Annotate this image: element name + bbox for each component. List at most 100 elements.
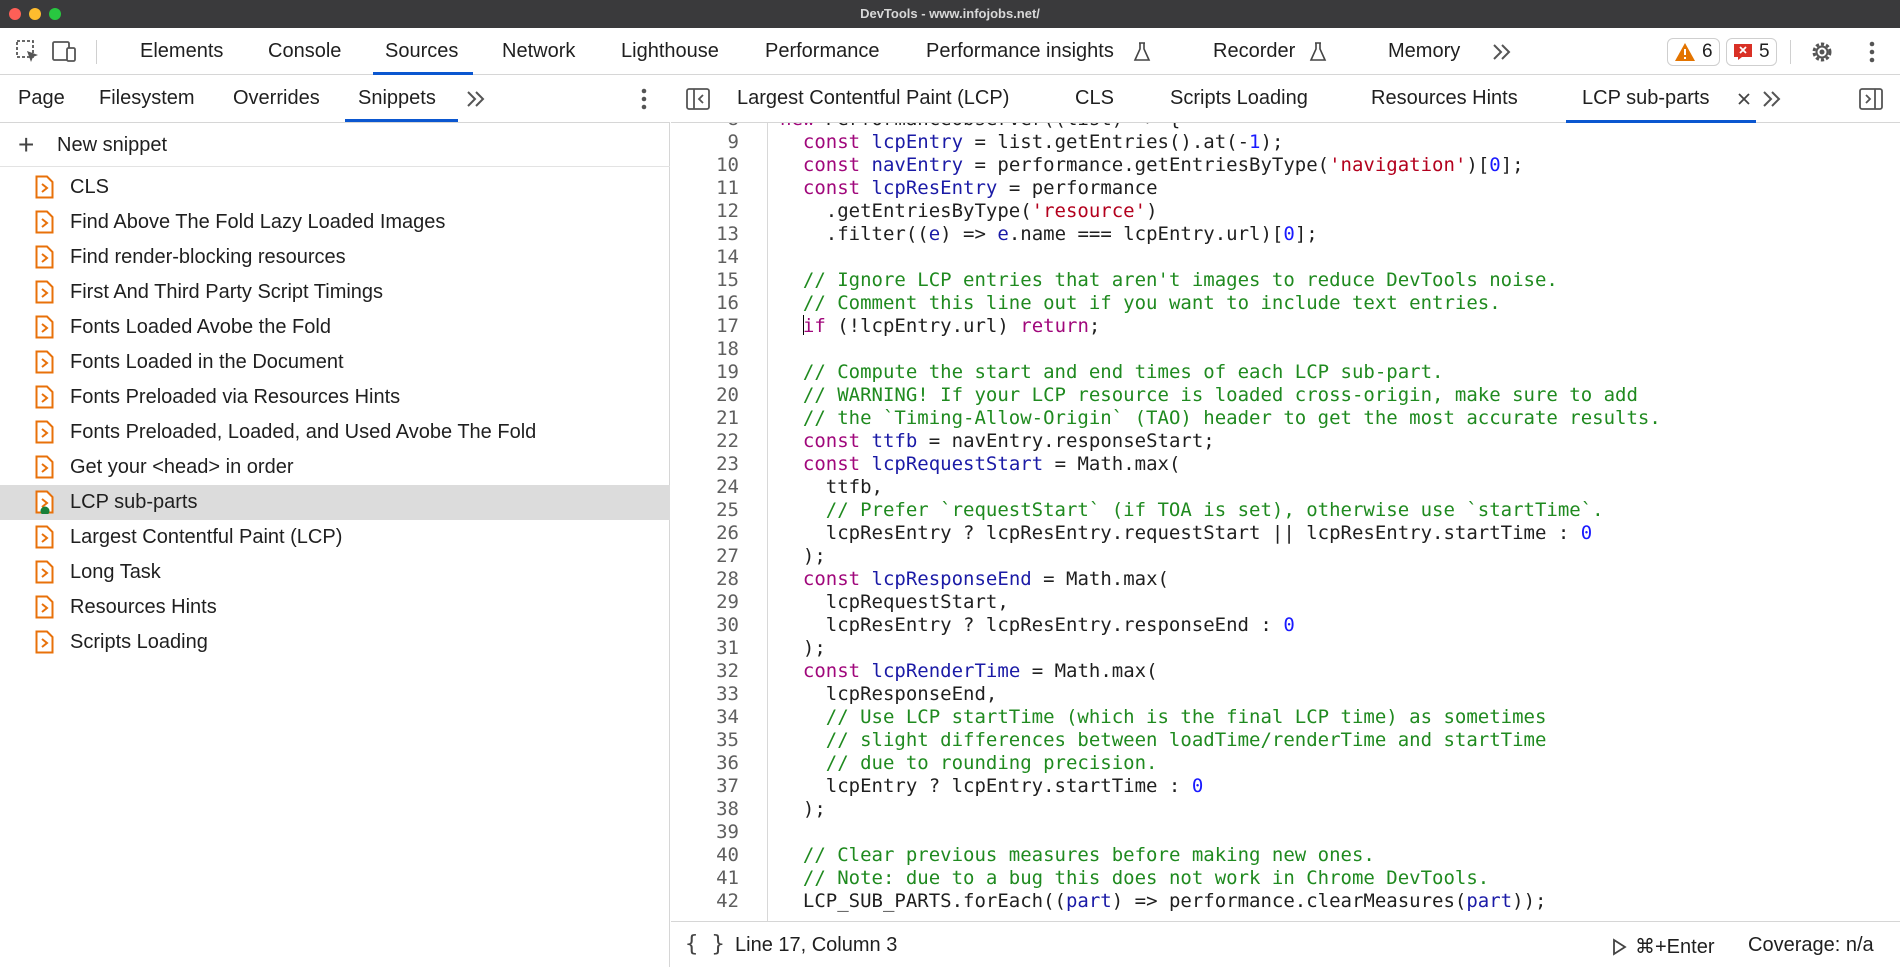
- inspect-element-icon[interactable]: [14, 38, 42, 66]
- snippet-item[interactable]: Largest Contentful Paint (LCP): [0, 520, 670, 555]
- snippet-item[interactable]: Resources Hints: [0, 590, 670, 625]
- tab-console[interactable]: Console: [268, 40, 341, 63]
- code-line: 37 lcpEntry ? lcpEntry.startTime : 0: [671, 775, 1900, 798]
- tab-recorder[interactable]: Recorder: [1213, 40, 1295, 63]
- line-code: const ttfb = navEntry.responseStart;: [802, 429, 1215, 452]
- settings-gear-icon[interactable]: [1808, 38, 1836, 66]
- code-line: 29 lcpRequestStart,: [671, 591, 1900, 614]
- snippet-item[interactable]: Find render-blocking resources: [0, 240, 670, 275]
- editor-tab-lcp-sub-parts[interactable]: LCP sub-parts: [1582, 87, 1709, 110]
- line-number: 15: [716, 268, 739, 291]
- snippet-name: LCP sub-parts: [70, 491, 198, 513]
- line-code: // Use LCP startTime (which is the final…: [825, 705, 1547, 728]
- tab-elements[interactable]: Elements: [140, 40, 223, 63]
- code-editor[interactable]: 8new PerformanceObserver((list) => {9 co…: [671, 123, 1900, 921]
- snippet-item[interactable]: Fonts Loaded in the Document: [0, 345, 670, 380]
- snippet-item[interactable]: Fonts Preloaded via Resources Hints: [0, 380, 670, 415]
- line-number: 32: [716, 659, 739, 682]
- tab-performance-insights[interactable]: Performance insights: [926, 40, 1114, 63]
- line-number: 22: [716, 429, 739, 452]
- tab-network[interactable]: Network: [502, 40, 575, 63]
- editor-tab-scripts-loading[interactable]: Scripts Loading: [1170, 87, 1308, 110]
- line-number: 13: [716, 222, 739, 245]
- line-code: );: [780, 636, 826, 659]
- warnings-badge[interactable]: 6: [1667, 38, 1720, 66]
- editor-tab-resources-hints[interactable]: Resources Hints: [1371, 87, 1518, 110]
- navigator-tabs: Page Filesystem Overrides Snippets: [0, 75, 670, 123]
- code-line: 9 const lcpEntry = list.getEntries().at(…: [671, 131, 1900, 154]
- editor-tab-cls[interactable]: CLS: [1075, 87, 1114, 110]
- toggle-navigator-icon[interactable]: [684, 85, 712, 113]
- code-line: 42 LCP_SUB_PARTS.forEach((part) => perfo…: [671, 890, 1900, 913]
- line-number: 12: [716, 199, 739, 222]
- errors-badge[interactable]: 5: [1726, 38, 1777, 66]
- snippet-name: Long Task: [70, 561, 161, 583]
- code-line: 25 // Prefer `requestStart` (if TOA is s…: [671, 499, 1900, 522]
- more-tabs-icon[interactable]: [1488, 38, 1516, 66]
- tab-filesystem[interactable]: Filesystem: [99, 87, 195, 110]
- device-toolbar-icon[interactable]: [50, 38, 78, 66]
- new-snippet-button[interactable]: + New snippet: [0, 123, 670, 167]
- snippet-item[interactable]: First And Third Party Script Timings: [0, 275, 670, 310]
- snippet-item[interactable]: LCP sub-parts: [0, 485, 670, 520]
- line-code: // Note: due to a bug this does not work…: [802, 866, 1490, 889]
- code-line: 40 // Clear previous measures before mak…: [671, 844, 1900, 867]
- editor-statusbar: { } Line 17, Column 3 ⌘+Enter Coverage: …: [671, 921, 1900, 967]
- snippet-item[interactable]: Fonts Loaded Avobe the Fold: [0, 310, 670, 345]
- line-number: 24: [716, 475, 739, 498]
- line-number: 28: [716, 567, 739, 590]
- line-number: 41: [716, 866, 739, 889]
- code-line: 35 // slight differences between loadTim…: [671, 729, 1900, 752]
- snippet-item[interactable]: Get your <head> in order: [0, 450, 670, 485]
- tab-lighthouse[interactable]: Lighthouse: [621, 40, 719, 63]
- snippets-panel: + New snippet CLS Find Above The Fold Laz…: [0, 123, 670, 967]
- line-code: const navEntry = performance.getEntriesB…: [802, 153, 1524, 176]
- line-number: 17: [716, 314, 739, 337]
- tab-sources[interactable]: Sources: [385, 40, 458, 63]
- main-toolbar: Elements Console Sources Network Lightho…: [0, 28, 1900, 75]
- snippet-file-icon: [35, 560, 54, 584]
- close-tab-icon[interactable]: [1730, 85, 1758, 113]
- more-editor-tabs-icon[interactable]: [1758, 85, 1786, 113]
- tab-snippets[interactable]: Snippets: [358, 87, 436, 110]
- tab-overrides[interactable]: Overrides: [233, 87, 320, 110]
- cursor-position: Line 17, Column 3: [735, 934, 898, 956]
- line-code: );: [780, 544, 826, 567]
- experiment-flask-icon: [1304, 38, 1332, 66]
- code-line: 36 // due to rounding precision.: [671, 752, 1900, 775]
- code-line: 27 );: [671, 545, 1900, 568]
- coverage-status: Coverage: n/a: [1748, 934, 1874, 956]
- line-code: // the `Timing-Allow-Origin` (TAO) heade…: [802, 406, 1661, 429]
- snippet-list: CLS Find Above The Fold Lazy Loaded Image…: [0, 170, 670, 660]
- snippet-item[interactable]: Long Task: [0, 555, 670, 590]
- line-code: // Clear previous measures before making…: [802, 843, 1375, 866]
- line-code: if (!lcpEntry.url) return;: [802, 314, 1101, 337]
- pretty-print-button[interactable]: { }: [685, 932, 725, 957]
- code-line: 34 // Use LCP startTime (which is the fi…: [671, 706, 1900, 729]
- line-number: 14: [716, 245, 739, 268]
- line-number: 35: [716, 728, 739, 751]
- code-line: 31 );: [671, 637, 1900, 660]
- code-line: 17 if (!lcpEntry.url) return;: [671, 314, 1900, 338]
- navigator-menu-icon[interactable]: [630, 85, 658, 113]
- toggle-debugger-icon[interactable]: [1857, 85, 1885, 113]
- editor-tab-lcp[interactable]: Largest Contentful Paint (LCP): [737, 87, 1009, 110]
- tab-performance[interactable]: Performance: [765, 40, 880, 63]
- more-options-vertical-icon[interactable]: [1858, 38, 1886, 66]
- run-snippet-button[interactable]: ⌘+Enter: [1611, 934, 1714, 959]
- line-number: 33: [716, 682, 739, 705]
- line-number: 26: [716, 521, 739, 544]
- code-line: 21 // the `Timing-Allow-Origin` (TAO) he…: [671, 407, 1900, 430]
- window-titlebar: DevTools - www.infojobs.net/: [0, 0, 1900, 28]
- snippet-item[interactable]: CLS: [0, 170, 670, 205]
- code-line: 24 ttfb,: [671, 476, 1900, 499]
- snippet-item[interactable]: Fonts Preloaded, Loaded, and Used Avobe …: [0, 415, 670, 450]
- tab-page[interactable]: Page: [18, 87, 65, 110]
- tab-memory[interactable]: Memory: [1388, 40, 1460, 63]
- line-number: 20: [716, 383, 739, 406]
- line-number: 36: [716, 751, 739, 774]
- more-navigator-tabs-icon[interactable]: [462, 85, 490, 113]
- line-number: 9: [727, 130, 739, 153]
- snippet-item[interactable]: Scripts Loading: [0, 625, 670, 660]
- snippet-item[interactable]: Find Above The Fold Lazy Loaded Images: [0, 205, 670, 240]
